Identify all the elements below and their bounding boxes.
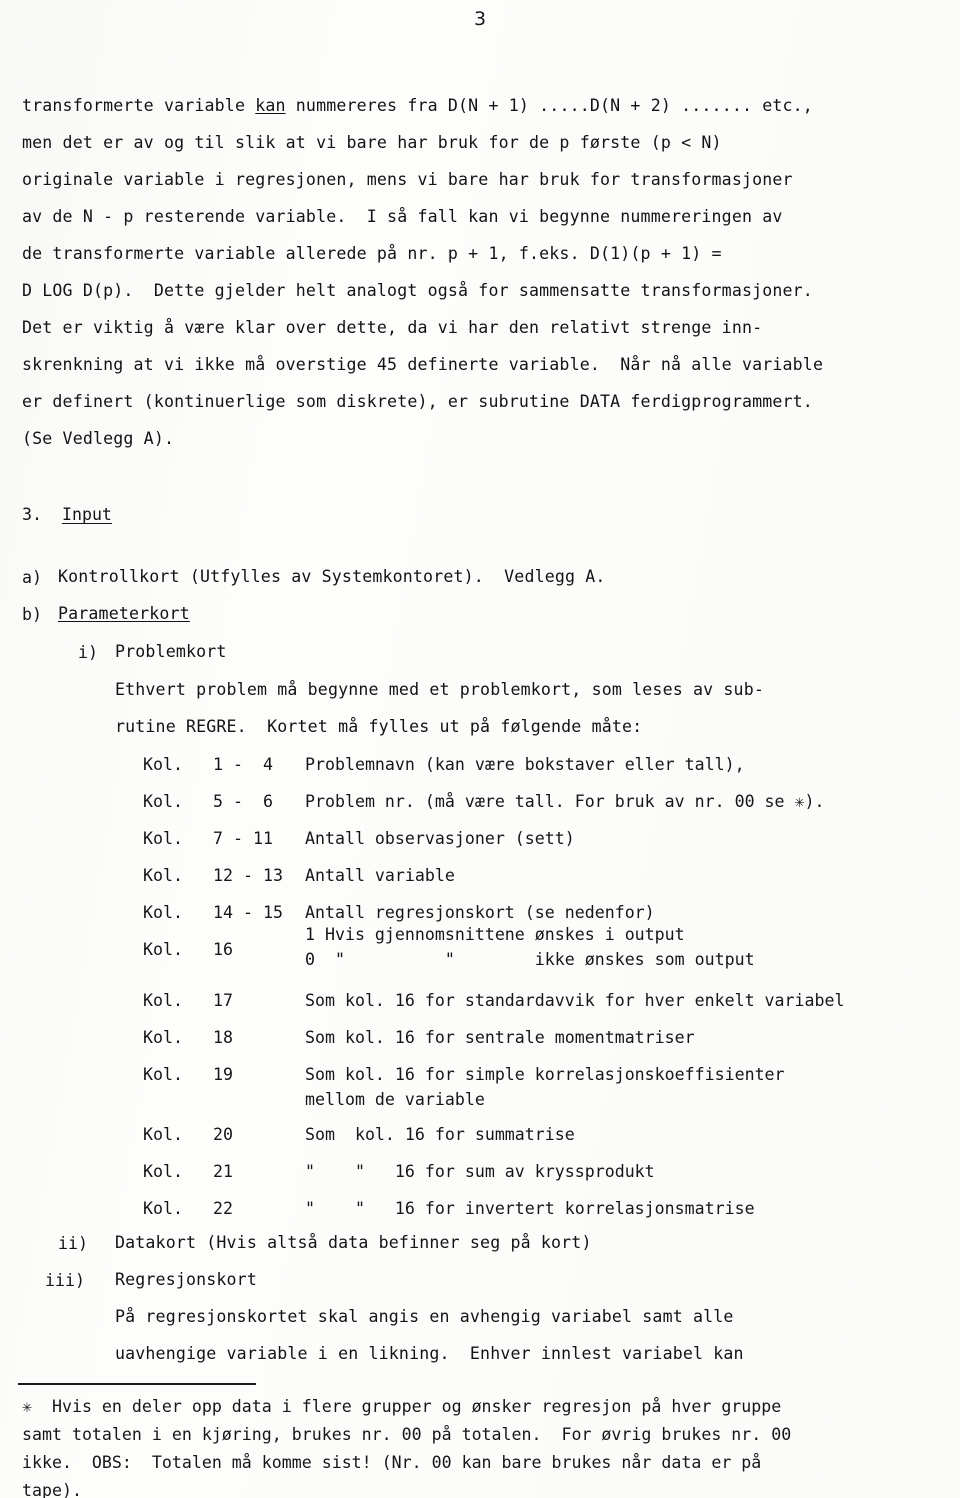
page-number: 3 xyxy=(473,8,487,30)
kol-label: Kol. xyxy=(143,940,183,959)
kol-description: Som kol. 16 for sentrale momentmatriser xyxy=(305,1028,695,1047)
body-text-line: Det er viktig å være klar over dette, da… xyxy=(22,318,763,337)
kol-label: Kol. xyxy=(143,1125,183,1144)
body-text-line: av de N - p resterende variable. I så fa… xyxy=(22,207,783,226)
kol-range: 18 xyxy=(213,1028,233,1047)
kol-range: 7 - 11 xyxy=(213,829,273,848)
document-page: 3 transformerte variable kan nummereres … xyxy=(0,0,960,1498)
kol-range: 21 xyxy=(213,1162,233,1181)
section-title: Input xyxy=(61,505,112,524)
kol-label: Kol. xyxy=(143,1162,183,1181)
body-line-0-pre: transformerte variable xyxy=(22,96,256,115)
body-text-line: de transformerte variable allerede på nr… xyxy=(22,244,722,263)
list-marker-i: i) xyxy=(78,643,98,662)
body-text-line: men det er av og til slik at vi bare har… xyxy=(22,133,722,152)
kol-description: Antall observasjoner (sett) xyxy=(305,829,575,848)
item-iii-body-line: På regresjonskortet skal angis en avheng… xyxy=(115,1307,734,1326)
kol-range: 1 - 4 xyxy=(213,755,273,774)
kol-label: Kol. xyxy=(143,755,183,774)
kol-label: Kol. xyxy=(143,903,183,922)
kol-range: 17 xyxy=(213,991,233,1010)
body-text-line: originale variable i regresjonen, mens v… xyxy=(22,170,793,189)
kol-description: Som kol. 16 for standardavvik for hver e… xyxy=(305,991,845,1010)
kol-description-continued: mellom de variable xyxy=(305,1090,485,1109)
kol-description: Problemnavn (kan være bokstaver eller ta… xyxy=(305,755,745,774)
kol-label: Kol. xyxy=(143,1028,183,1047)
kol-label: Kol. xyxy=(143,1065,183,1084)
item-iii-title: Regresjonskort xyxy=(115,1270,257,1289)
list-marker-b: b) xyxy=(22,605,42,624)
item-i-intro-line: Ethvert problem må begynne med et proble… xyxy=(115,680,764,699)
list-marker-ii: ii) xyxy=(58,1234,88,1253)
kol-range: 20 xyxy=(213,1125,233,1144)
kol-label: Kol. xyxy=(143,991,183,1010)
footnote-separator-rule xyxy=(18,1383,256,1385)
section-number: 3. xyxy=(22,505,42,524)
section-heading: 3. Input xyxy=(22,505,112,524)
kol-range: 14 - 15 xyxy=(213,903,283,922)
footnote-line: ✳ Hvis en deler opp data i flere grupper… xyxy=(22,1397,782,1416)
body-text-line: (Se Vedlegg A). xyxy=(22,429,175,448)
kol-range: 22 xyxy=(213,1199,233,1218)
kol-description: Problem nr. (må være tall. For bruk av n… xyxy=(305,792,825,811)
body-text-line: transformerte variable kan nummereres fr… xyxy=(22,97,813,115)
item-ii-text: Datakort (Hvis altså data befinner seg p… xyxy=(115,1233,592,1252)
kol-range: 19 xyxy=(213,1065,233,1084)
kol-description: 1 Hvis gjennomsnittene ønskes i output xyxy=(305,925,685,944)
body-text-line: skrenkning at vi ikke må overstige 45 de… xyxy=(22,355,824,374)
list-marker-iii: iii) xyxy=(45,1271,85,1290)
kol-range: 16 xyxy=(213,940,233,959)
kol-range: 5 - 6 xyxy=(213,792,273,811)
kol-label: Kol. xyxy=(143,1199,183,1218)
item-a-text: Kontrollkort (Utfylles av Systemkontoret… xyxy=(58,567,606,586)
kol-description-continued: 0 " " ikke ønskes som output xyxy=(305,950,755,969)
kol-description: Antall variable xyxy=(305,866,455,885)
item-i-title: Problemkort xyxy=(115,642,227,661)
body-line-0-underlined: kan xyxy=(255,96,286,115)
item-b-title: Parameterkort xyxy=(58,604,190,623)
item-i-intro-line: rutine REGRE. Kortet må fylles ut på føl… xyxy=(115,717,643,736)
item-iii-body-line: uavhengige variable i en likning. Enhver… xyxy=(115,1344,744,1363)
kol-range: 12 - 13 xyxy=(213,866,283,885)
kol-description: " " 16 for sum av kryssprodukt xyxy=(305,1162,655,1181)
kol-description: Antall regresjonskort (se nedenfor) xyxy=(305,903,655,922)
kol-label: Kol. xyxy=(143,866,183,885)
kol-description: Som kol. 16 for summatrise xyxy=(305,1125,575,1144)
body-text-line: D LOG D(p). Dette gjelder helt analogt o… xyxy=(22,281,813,300)
footnote-line: samt totalen i en kjøring, brukes nr. 00… xyxy=(22,1425,792,1444)
body-text-line: er definert (kontinuerlige som diskrete)… xyxy=(22,392,813,411)
kol-description: Som kol. 16 for simple korrelasjonskoeff… xyxy=(305,1065,785,1084)
kol-description: " " 16 for invertert korrelasjonsmatrise xyxy=(305,1199,755,1218)
footnote-line: ikke. OBS: Totalen må komme sist! (Nr. 0… xyxy=(22,1453,762,1472)
body-line-0-post: nummereres fra D(N + 1) .....D(N + 2) ..… xyxy=(285,96,813,115)
list-marker-a: a) xyxy=(22,568,42,587)
kol-label: Kol. xyxy=(143,829,183,848)
kol-label: Kol. xyxy=(143,792,183,811)
footnote-line: tape). xyxy=(22,1481,82,1498)
